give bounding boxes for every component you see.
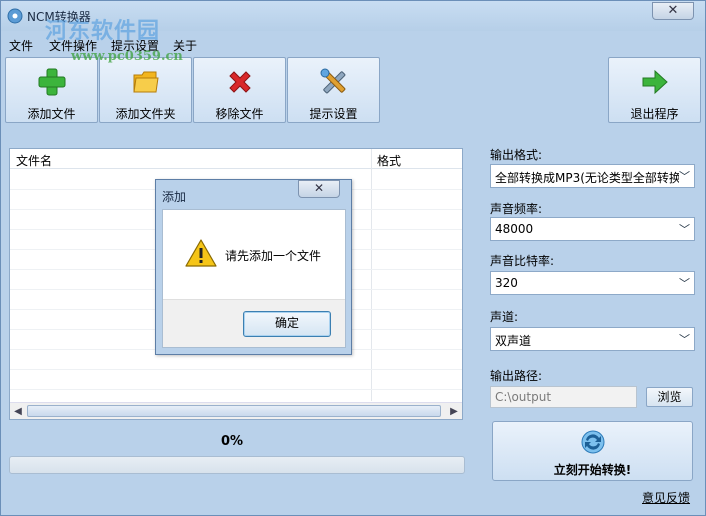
- bitrate-label: 声音比特率:: [490, 254, 555, 268]
- watermark-url: www.pc0359.cn: [71, 49, 183, 64]
- start-convert-button[interactable]: 立刻开始转换!: [492, 421, 693, 481]
- app-icon: [7, 8, 23, 24]
- sample-rate-label: 声音频率:: [490, 202, 543, 216]
- progress-percent: 0%: [221, 434, 244, 449]
- add-folder-button[interactable]: 添加文件夹: [99, 57, 192, 123]
- output-path-input[interactable]: C:\output: [490, 386, 637, 408]
- sample-rate-select[interactable]: 48000 ﹀: [490, 217, 695, 241]
- start-convert-label: 立刻开始转换!: [553, 463, 632, 477]
- progress-bar: [9, 456, 465, 474]
- scrollbar-thumb[interactable]: [27, 405, 441, 417]
- exit-label: 退出程序: [630, 107, 679, 121]
- row-gridline: [10, 389, 462, 390]
- horizontal-scrollbar[interactable]: ◀ ▶: [10, 402, 462, 419]
- menu-file[interactable]: 文件: [9, 37, 33, 54]
- sample-rate-value: 48000: [495, 222, 534, 236]
- add-folder-label: 添加文件夹: [115, 107, 176, 121]
- window-close-button[interactable]: ✕: [652, 2, 694, 20]
- feedback-link[interactable]: 意见反馈: [642, 489, 690, 506]
- output-format-label: 输出格式:: [490, 148, 543, 162]
- dialog-message: 请先添加一个文件: [225, 249, 322, 263]
- dialog-footer: 确定: [163, 299, 345, 347]
- dialog-close-button[interactable]: ✕: [298, 180, 340, 198]
- dialog-body: 请先添加一个文件 确定: [162, 209, 346, 348]
- exit-button[interactable]: 退出程序: [608, 57, 701, 123]
- output-format-select[interactable]: 全部转换成MP3(无论类型全部转换 ﹀: [490, 164, 695, 188]
- column-format[interactable]: 格式: [377, 152, 401, 169]
- dialog-title: 添加: [162, 190, 187, 204]
- add-file-label: 添加文件: [27, 107, 76, 121]
- scroll-left-icon[interactable]: ◀: [10, 404, 26, 419]
- scroll-right-icon[interactable]: ▶: [446, 404, 462, 419]
- exit-arrow-icon: [642, 69, 668, 95]
- remove-file-label: 移除文件: [215, 107, 264, 121]
- convert-refresh-icon: [581, 430, 605, 454]
- channels-select[interactable]: 双声道 ﹀: [490, 327, 695, 351]
- chevron-down-icon: ﹀: [679, 277, 690, 290]
- column-separator: [371, 149, 372, 401]
- prompt-settings-label: 提示设置: [309, 107, 358, 121]
- bitrate-select[interactable]: 320 ﹀: [490, 271, 695, 295]
- chevron-down-icon: ﹀: [679, 170, 690, 183]
- remove-file-button[interactable]: 移除文件: [193, 57, 286, 123]
- folder-icon: [132, 71, 159, 93]
- remove-icon: [228, 71, 251, 93]
- main-window: NCM转换器 ✕ 河东软件园 文件 文件操作 提示设置 关于 添加文件 添加文件…: [0, 0, 706, 516]
- row-gridline: [10, 369, 462, 370]
- add-dialog: 添加 ✕ 请先添加一个文件 确定: [155, 179, 352, 355]
- bitrate-value: 320: [495, 276, 518, 290]
- output-format-value: 全部转换成MP3(无论类型全部转换: [495, 171, 679, 185]
- output-path-label: 输出路径:: [490, 369, 543, 383]
- browse-button[interactable]: 浏览: [646, 387, 693, 407]
- add-icon: [38, 68, 65, 96]
- column-filename[interactable]: 文件名: [16, 152, 52, 169]
- chevron-down-icon: ﹀: [679, 223, 690, 236]
- channels-value: 双声道: [495, 334, 532, 348]
- output-path-value: C:\output: [495, 390, 552, 404]
- file-list-header: 文件名 格式: [10, 149, 462, 169]
- warning-icon: [185, 239, 217, 267]
- ok-button[interactable]: 确定: [243, 311, 331, 337]
- chevron-down-icon: ﹀: [679, 333, 690, 346]
- channels-label: 声道:: [490, 310, 519, 324]
- prompt-settings-button[interactable]: 提示设置: [287, 57, 380, 123]
- add-file-button[interactable]: 添加文件: [5, 57, 98, 123]
- tools-icon: [320, 68, 345, 94]
